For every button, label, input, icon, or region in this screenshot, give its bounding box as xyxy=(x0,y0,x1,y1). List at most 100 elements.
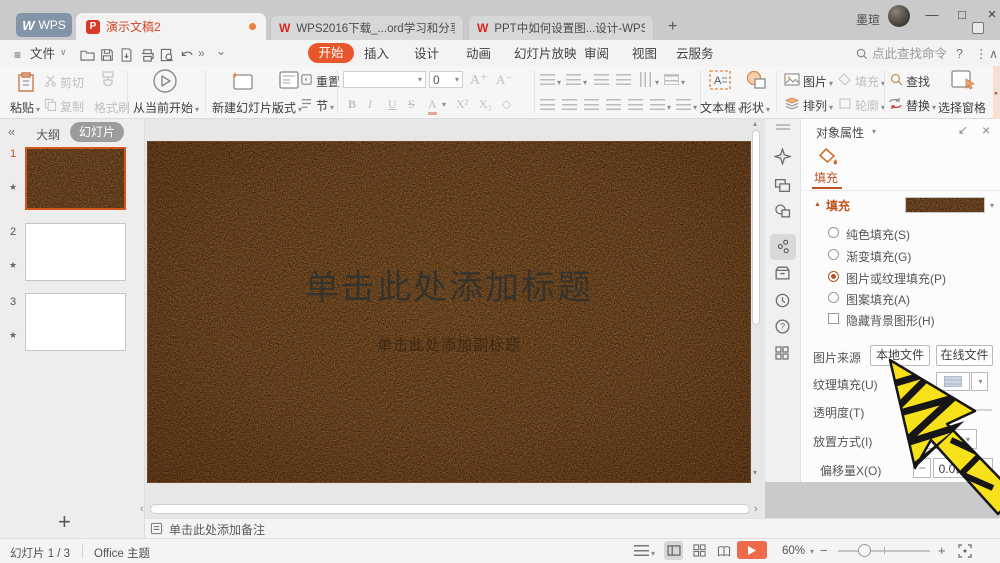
arrange-button[interactable]: 排列 ▾ xyxy=(803,97,833,114)
effects-star-icon[interactable] xyxy=(774,148,792,166)
hamburger-icon[interactable]: ≡ xyxy=(14,48,21,62)
new-slide-icon[interactable] xyxy=(230,70,254,92)
slideshow-play-button[interactable] xyxy=(737,541,767,559)
fill-button[interactable]: 填充▾ xyxy=(855,73,885,90)
replace-button[interactable]: 替换 ▾ xyxy=(906,97,936,114)
replace-icon[interactable] xyxy=(888,97,903,110)
hide-background-label[interactable]: 隐藏背景图形(H) xyxy=(846,312,935,329)
browser-tab-1[interactable]: W WPS2016下载_...ord学习和分享平台 xyxy=(270,16,464,40)
customize-toolbar-icon[interactable]: ⌄ xyxy=(216,44,226,58)
scroll-left-icon[interactable]: ‹ xyxy=(140,503,144,515)
picture-texture-fill-radio[interactable] xyxy=(828,271,839,282)
fill-swatch[interactable] xyxy=(905,197,985,213)
cut-icon[interactable] xyxy=(44,74,57,87)
pattern-fill-radio[interactable] xyxy=(828,292,839,303)
outline-button[interactable]: 轮廓▾ xyxy=(855,97,885,114)
caret-down-icon[interactable]: ▾ xyxy=(872,127,876,136)
caret-down-icon[interactable]: ▾ xyxy=(442,100,446,109)
font-name-combo[interactable]: ▾ xyxy=(343,71,426,88)
copy-button[interactable]: 复制 xyxy=(60,98,84,115)
format-painter-icon[interactable] xyxy=(98,70,118,92)
tab-home[interactable]: 开始 xyxy=(308,43,354,63)
align-left-icon[interactable] xyxy=(540,99,555,113)
file-caret-icon[interactable]: ∨ xyxy=(60,47,67,58)
print-icon[interactable] xyxy=(140,48,155,62)
align-center-icon[interactable] xyxy=(562,99,577,113)
section-icon[interactable] xyxy=(300,97,313,110)
zoom-in-button[interactable]: + xyxy=(938,543,946,558)
subscript-button[interactable]: X₂ xyxy=(479,97,492,112)
cut-button[interactable]: 剪切 xyxy=(60,74,84,91)
justify-icon[interactable] xyxy=(606,99,621,113)
picture-icon[interactable] xyxy=(784,73,800,86)
scroll-right-icon[interactable]: › xyxy=(754,503,758,515)
picture-button[interactable]: 图片 ▾ xyxy=(803,73,833,90)
slide-layers-icon[interactable] xyxy=(774,178,792,196)
fill-icon[interactable] xyxy=(838,73,852,86)
scroll-up-icon[interactable]: ▴ xyxy=(753,119,757,128)
align-text-icon[interactable]: ▾ xyxy=(664,74,685,88)
slide-subtitle-placeholder[interactable]: 单击此处添加副标题 xyxy=(148,334,750,355)
reset-icon[interactable] xyxy=(300,73,313,86)
solid-fill-radio[interactable] xyxy=(828,227,839,238)
collapse-panel-icon[interactable]: « xyxy=(8,124,15,139)
slide-thumbnail-3[interactable] xyxy=(25,293,126,351)
align-right-icon[interactable] xyxy=(584,99,599,113)
shapes-icon[interactable] xyxy=(744,69,768,91)
slide-sorter-view-button[interactable] xyxy=(690,541,709,560)
theme-name[interactable]: Office 主题 xyxy=(94,545,150,561)
slide-thumbnail-1[interactable] xyxy=(25,147,126,210)
play-from-current-button[interactable]: 从当前开始 ▾ xyxy=(133,99,199,116)
zoom-out-button[interactable]: − xyxy=(820,543,828,558)
panel-close-icon[interactable]: × xyxy=(982,122,990,138)
apps-grid-icon[interactable] xyxy=(774,345,792,363)
bold-button[interactable]: B xyxy=(348,97,356,112)
close-button[interactable]: × xyxy=(980,4,1000,24)
user-name[interactable]: 墨瑄 xyxy=(856,11,880,28)
search-hint[interactable]: 点此查找命令 xyxy=(872,45,947,63)
add-slide-button[interactable]: + xyxy=(58,509,71,535)
search-icon[interactable] xyxy=(856,48,868,60)
selection-pane-button[interactable]: 选择窗格 xyxy=(938,99,986,116)
section-expand-icon[interactable]: ▲ xyxy=(814,201,821,208)
fit-to-window-icon[interactable] xyxy=(958,544,972,558)
export-pdf-icon[interactable] xyxy=(120,48,133,62)
distribute-icon[interactable] xyxy=(628,99,643,113)
caret-down-icon[interactable]: ▾ xyxy=(810,547,814,556)
paste-icon[interactable] xyxy=(14,70,38,94)
file-menu[interactable]: 文件 xyxy=(30,45,55,63)
gradient-fill-label[interactable]: 渐变填充(G) xyxy=(846,248,911,265)
slide-title-placeholder[interactable]: 单击此处添加标题 xyxy=(148,260,750,309)
find-button[interactable]: 查找 xyxy=(906,73,930,90)
notes-bar[interactable] xyxy=(145,518,1000,538)
text-direction-icon[interactable]: ▾ xyxy=(638,72,659,88)
panel-collapse-icon[interactable]: ↙ xyxy=(958,123,968,137)
font-size-combo[interactable]: 0 ▾ xyxy=(429,71,463,88)
notes-placeholder[interactable]: 单击此处添加备注 xyxy=(169,521,265,538)
maximize-button[interactable]: □ xyxy=(950,4,974,24)
save-icon[interactable] xyxy=(100,48,114,62)
normal-view-button[interactable] xyxy=(664,541,683,560)
find-icon[interactable] xyxy=(890,73,903,86)
increase-indent-icon[interactable] xyxy=(616,74,631,88)
shrink-font-button[interactable]: A⁻ xyxy=(496,72,512,88)
toolbox-icon[interactable] xyxy=(774,265,792,283)
hide-background-checkbox[interactable] xyxy=(828,313,839,324)
underline-button[interactable]: U xyxy=(388,97,397,112)
font-color-button[interactable]: A xyxy=(428,97,437,115)
slide-thumbnail-2[interactable] xyxy=(25,223,126,281)
help-circle-icon[interactable]: ? xyxy=(774,318,792,336)
tab-review[interactable]: 审阅 xyxy=(584,45,609,63)
italic-button[interactable]: I xyxy=(368,97,372,112)
tab-design[interactable]: 设计 xyxy=(414,45,439,63)
new-tab-button[interactable]: + xyxy=(668,18,677,36)
tab-insert[interactable]: 插入 xyxy=(364,45,389,63)
collapse-panel-strip[interactable]: ▸ xyxy=(993,66,1000,119)
numbered-list-icon[interactable]: ▾ xyxy=(676,99,697,113)
notes-toggle-icon[interactable]: ▾ xyxy=(634,545,655,559)
clear-format-button[interactable]: ◇ xyxy=(502,97,511,112)
tab-view[interactable]: 视图 xyxy=(632,45,657,63)
selection-pane-icon[interactable] xyxy=(950,69,976,91)
play-from-current-icon[interactable] xyxy=(152,68,178,94)
reading-view-button[interactable] xyxy=(714,541,733,560)
